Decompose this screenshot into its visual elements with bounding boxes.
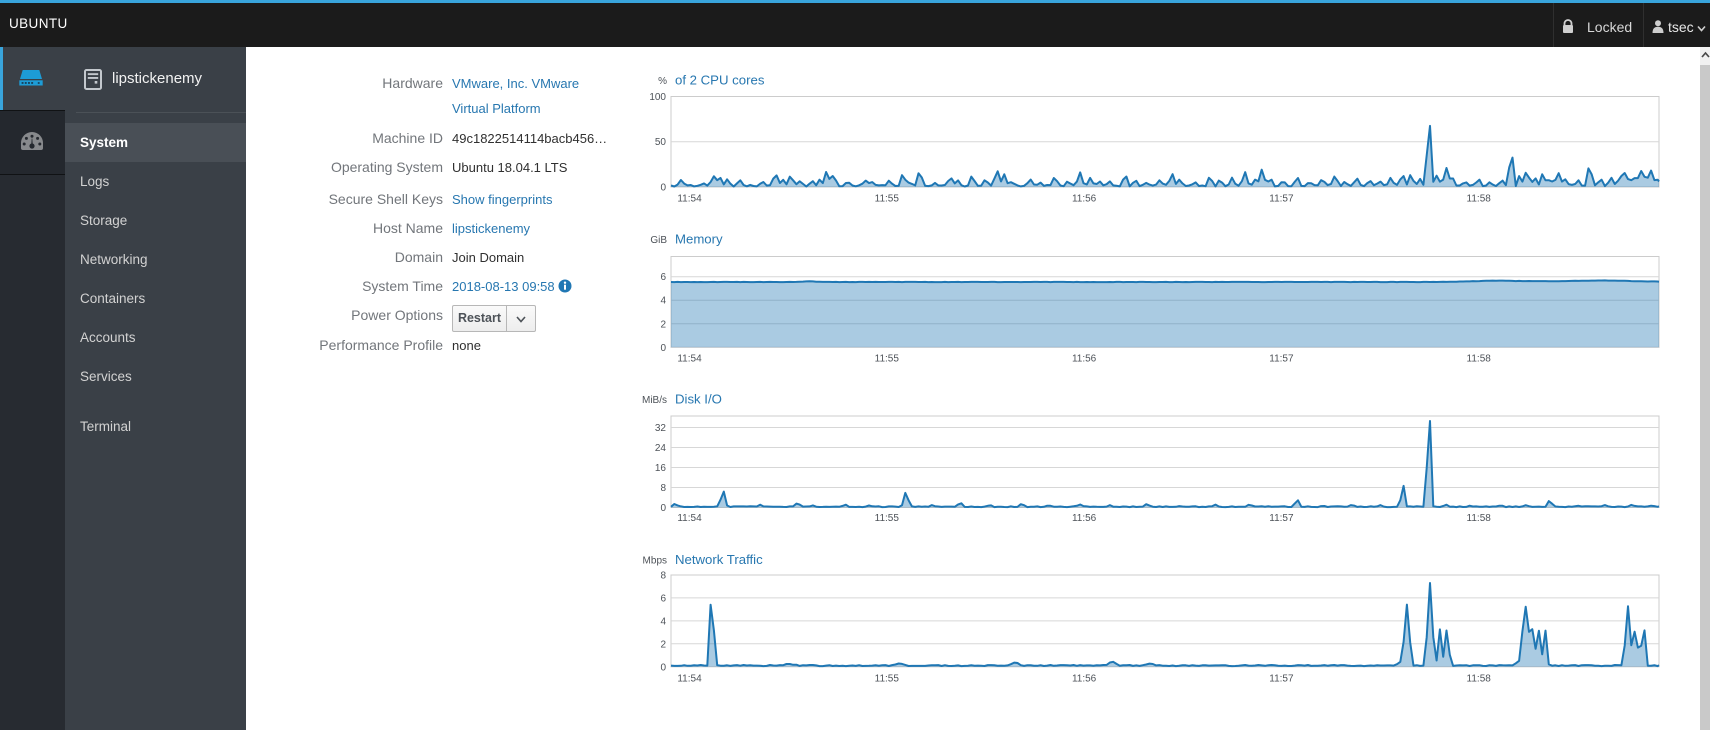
svg-text:0: 0 <box>660 662 666 673</box>
svg-text:11:54: 11:54 <box>677 674 702 685</box>
svg-text:2: 2 <box>660 319 666 330</box>
svg-text:11:55: 11:55 <box>875 513 900 524</box>
svg-text:11:57: 11:57 <box>1269 194 1294 205</box>
svg-text:%: % <box>658 76 667 87</box>
svg-text:2: 2 <box>660 639 666 650</box>
svg-text:11:54: 11:54 <box>677 353 702 364</box>
svg-text:24: 24 <box>655 443 667 454</box>
svg-text:0: 0 <box>660 343 666 354</box>
svg-text:11:56: 11:56 <box>1072 194 1097 205</box>
svg-text:4: 4 <box>660 296 666 307</box>
svg-text:of 2 CPU cores: of 2 CPU cores <box>675 73 765 88</box>
svg-text:8: 8 <box>660 571 666 582</box>
svg-text:Disk I/O: Disk I/O <box>675 392 722 407</box>
svg-text:11:56: 11:56 <box>1072 674 1097 685</box>
svg-text:0: 0 <box>660 503 666 514</box>
svg-text:11:55: 11:55 <box>875 194 900 205</box>
svg-text:11:56: 11:56 <box>1072 353 1097 364</box>
svg-text:100: 100 <box>649 92 666 103</box>
svg-text:11:55: 11:55 <box>875 674 900 685</box>
svg-text:Mbps: Mbps <box>643 556 667 567</box>
svg-text:11:57: 11:57 <box>1269 513 1294 524</box>
svg-text:11:58: 11:58 <box>1467 674 1492 685</box>
svg-text:11:55: 11:55 <box>875 353 900 364</box>
svg-text:11:58: 11:58 <box>1467 513 1492 524</box>
svg-text:6: 6 <box>660 593 666 604</box>
svg-text:11:57: 11:57 <box>1269 353 1294 364</box>
svg-text:11:54: 11:54 <box>677 513 702 524</box>
svg-text:11:56: 11:56 <box>1072 513 1097 524</box>
svg-text:GiB: GiB <box>650 235 667 246</box>
svg-text:11:54: 11:54 <box>677 194 702 205</box>
svg-text:32: 32 <box>655 423 667 434</box>
svg-text:MiB/s: MiB/s <box>642 395 667 406</box>
svg-text:11:58: 11:58 <box>1467 353 1492 364</box>
svg-text:11:58: 11:58 <box>1467 194 1492 205</box>
svg-text:50: 50 <box>655 137 667 148</box>
svg-text:4: 4 <box>660 616 666 627</box>
svg-text:Network Traffic: Network Traffic <box>675 552 763 567</box>
svg-text:0: 0 <box>660 183 666 194</box>
svg-text:6: 6 <box>660 272 666 283</box>
svg-text:11:57: 11:57 <box>1269 674 1294 685</box>
svg-text:Memory: Memory <box>675 232 723 247</box>
svg-text:16: 16 <box>655 463 667 474</box>
svg-text:8: 8 <box>660 483 666 494</box>
